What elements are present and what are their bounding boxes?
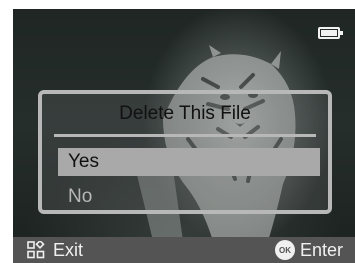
dialog-title: Delete This File: [119, 103, 251, 124]
exit-button[interactable]: Exit: [27, 238, 83, 262]
enter-label: Enter: [299, 239, 343, 260]
option-no[interactable]: No: [58, 183, 320, 211]
enter-button[interactable]: OK Enter: [274, 238, 343, 262]
exit-label: Exit: [53, 239, 84, 260]
camera-screen: Delete This File Yes No Exit OK Enter: [13, 9, 355, 263]
menu-grid-icon: [27, 241, 45, 259]
option-yes[interactable]: Yes: [58, 148, 320, 176]
battery-full-icon: [318, 27, 343, 39]
ok-button-icon: OK: [274, 240, 295, 260]
dialog-divider: [54, 134, 316, 137]
bottom-bar: Exit OK Enter: [13, 237, 355, 263]
delete-file-dialog: Delete This File Yes No: [38, 90, 332, 214]
